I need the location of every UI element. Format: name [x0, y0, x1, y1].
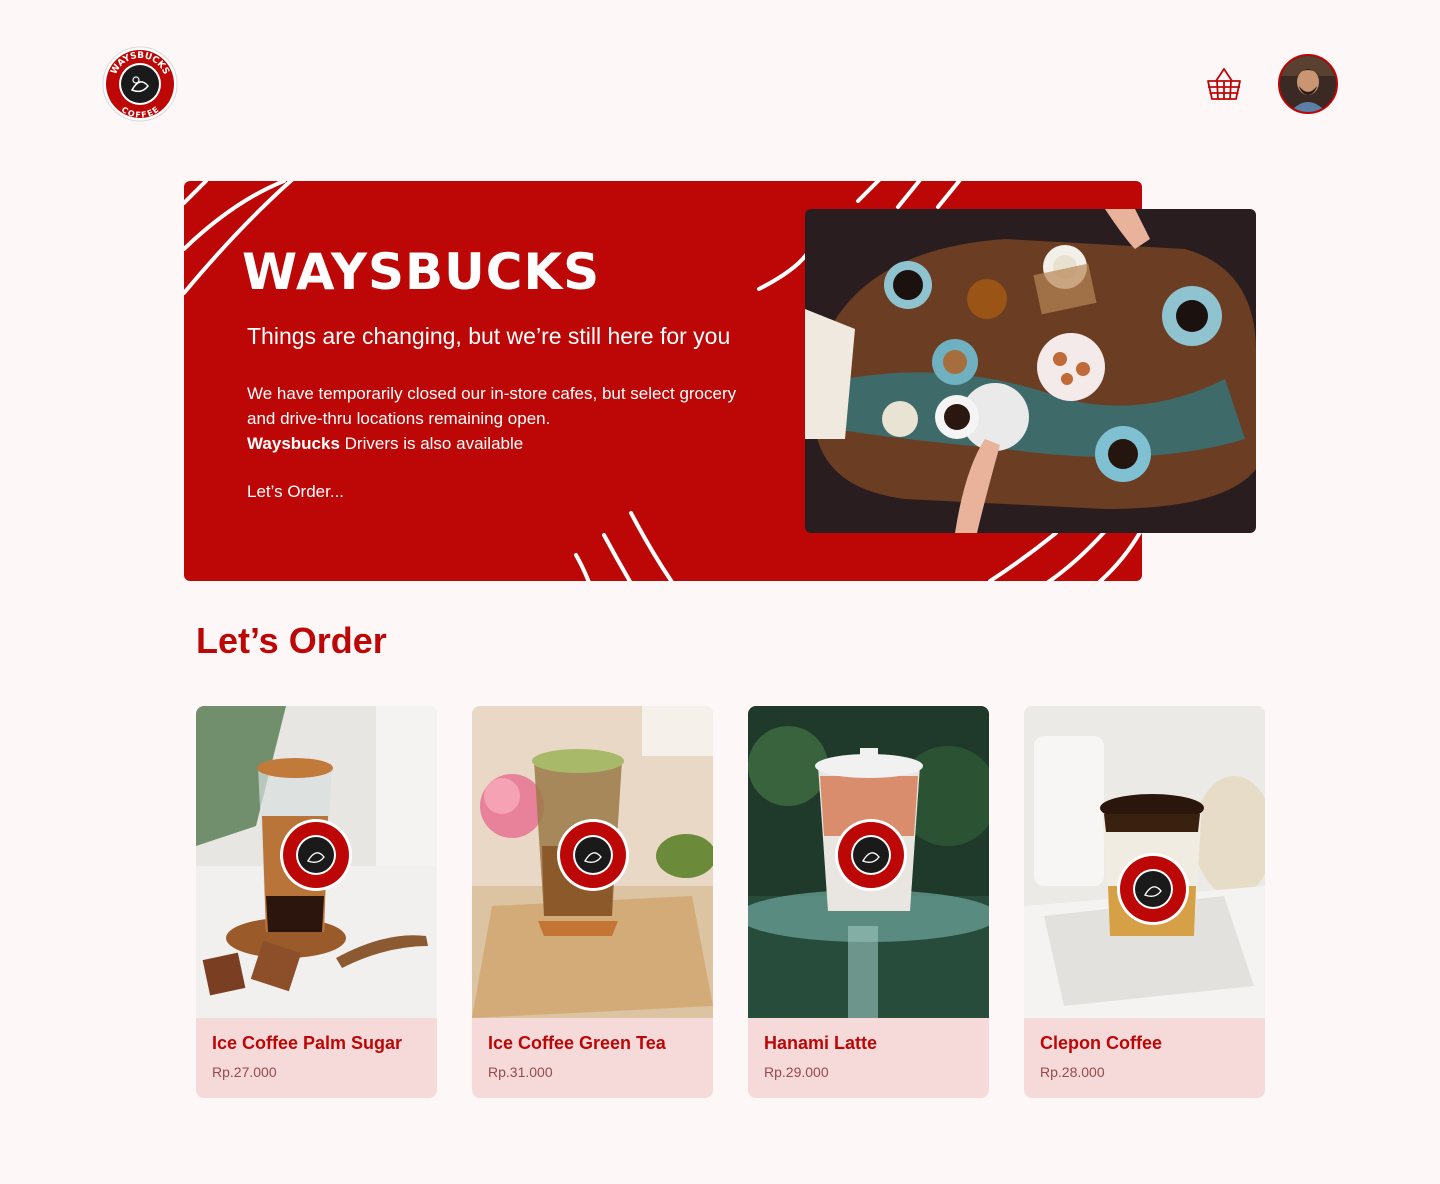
lets-order-link[interactable]: Let’s Order... — [247, 482, 344, 502]
product-name: Clepon Coffee — [1040, 1033, 1163, 1053]
cup-logo-icon — [557, 819, 629, 891]
hero-subtitle: Things are changing, but we’re still her… — [247, 323, 731, 349]
product-image — [472, 706, 713, 1018]
product-price: Rp.27.000 — [212, 1064, 277, 1080]
product-card[interactable]: Clepon Coffee Rp.28.000 — [1024, 706, 1265, 1098]
hero-photo — [805, 209, 1256, 533]
basket-icon[interactable] — [1204, 65, 1244, 105]
product-image — [1024, 706, 1265, 1018]
product-card[interactable]: Ice Coffee Palm Sugar Rp.27.000 — [196, 706, 437, 1098]
product-price: Rp.28.000 — [1040, 1064, 1105, 1080]
product-grid: Ice Coffee Palm Sugar Rp.27.000 Ice Coff… — [196, 706, 1265, 1098]
product-name: Ice Coffee Green Tea — [488, 1033, 666, 1053]
hero-body-brand: Waysbucks — [247, 434, 340, 453]
product-name: Ice Coffee Palm Sugar — [212, 1033, 403, 1053]
hero-body-text-2: Drivers is also available — [339, 434, 524, 453]
product-card[interactable]: Hanami Latte Rp.29.000 — [748, 706, 989, 1098]
hero-description: We have temporarily closed our in-store … — [247, 381, 747, 456]
product-image — [748, 706, 989, 1018]
product-image — [196, 706, 437, 1018]
logo-icon[interactable]: WAYSBUCKS COFFEE — [102, 46, 178, 122]
cup-logo-icon — [1117, 853, 1189, 925]
hero-body-text: We have temporarily closed our in-store … — [247, 384, 737, 428]
product-price: Rp.31.000 — [488, 1064, 553, 1080]
product-card[interactable]: Ice Coffee Green Tea Rp.31.000 — [472, 706, 713, 1098]
cup-logo-icon — [835, 819, 907, 891]
product-name: Hanami Latte — [764, 1033, 878, 1053]
hero-title: WAYSBUCKS — [242, 243, 601, 301]
cup-logo-icon — [280, 819, 352, 891]
avatar[interactable] — [1278, 54, 1338, 114]
product-price: Rp.29.000 — [764, 1064, 829, 1080]
section-title: Let’s Order — [196, 620, 387, 661]
